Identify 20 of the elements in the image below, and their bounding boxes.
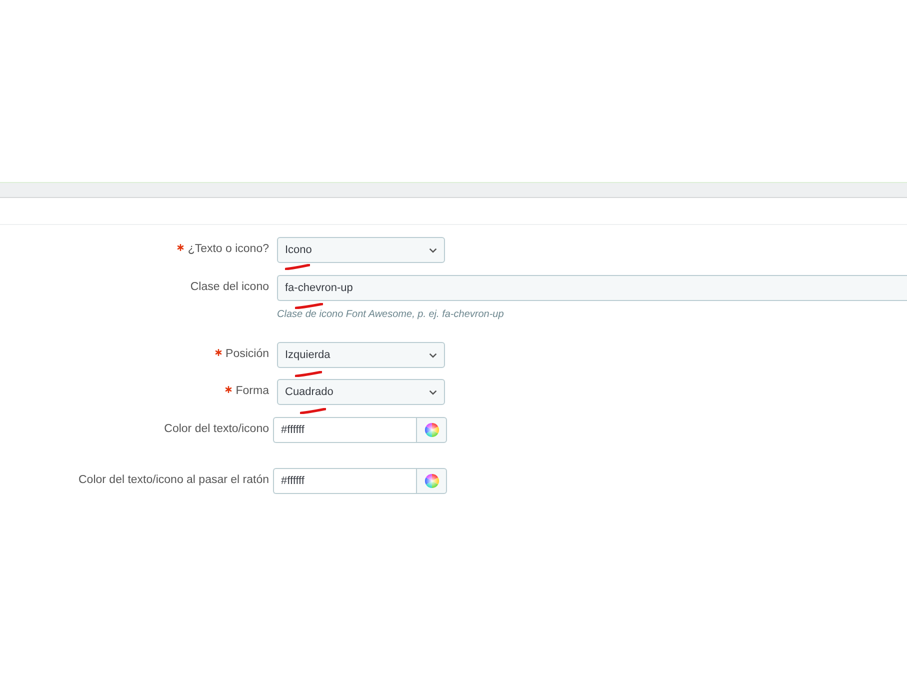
field-label: Color del texto/icono: [164, 422, 269, 438]
chevron-down-icon: [429, 248, 437, 252]
color-picker-button[interactable]: [416, 417, 447, 443]
text-input[interactable]: fa-chevron-up: [277, 275, 907, 301]
field-label: Color del texto/icono al pasar el ratón: [78, 473, 269, 488]
field-label: ¿Texto o icono?: [188, 242, 269, 258]
color-wheel-icon: [424, 474, 438, 488]
select-field[interactable]: Cuadrado: [277, 379, 445, 405]
chevron-down-icon: [429, 390, 437, 394]
select-field[interactable]: Icono: [277, 237, 445, 263]
field-label: Forma: [236, 384, 269, 400]
color-input[interactable]: #ffffff: [273, 468, 416, 494]
color-picker-button[interactable]: [416, 468, 447, 494]
help-text: Clase de icono Font Awesome, p. ej. fa-chevron-up: [277, 308, 504, 322]
field-label: Posición: [226, 347, 269, 362]
field-label: Clase del icono: [190, 280, 269, 296]
select-field[interactable]: Izquierda: [277, 342, 445, 368]
chevron-down-icon: [429, 352, 437, 358]
color-wheel-icon: [424, 423, 438, 437]
color-input[interactable]: #ffffff: [273, 417, 416, 443]
